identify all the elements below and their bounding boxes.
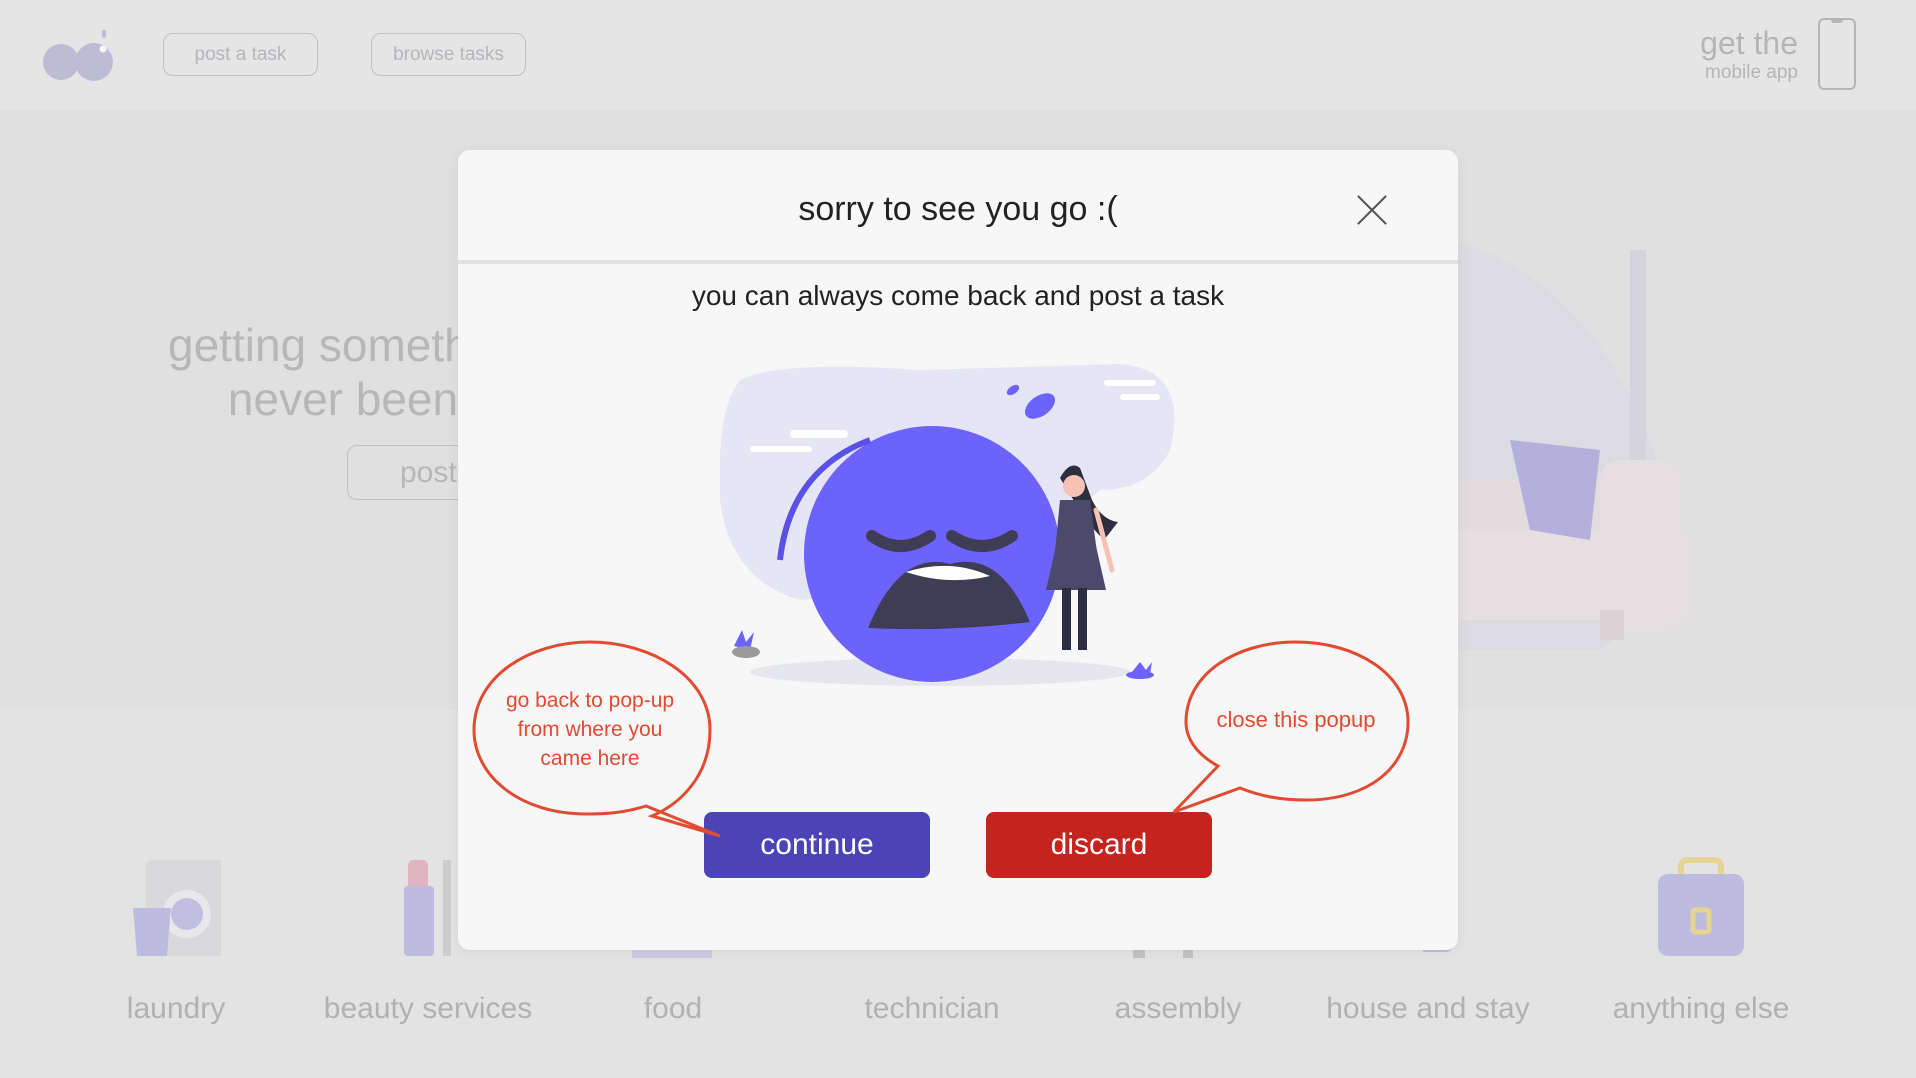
annotation-left-line3: came here — [540, 747, 640, 770]
close-icon[interactable] — [1356, 194, 1388, 226]
modal-title: sorry to see you go :( — [798, 190, 1118, 228]
sad-face-illustration — [720, 364, 1175, 686]
annotation-left-line1: go back to pop-up — [505, 689, 675, 712]
annotation-left-line2: from where you — [517, 718, 663, 741]
discard-button[interactable]: discard — [986, 812, 1212, 878]
annotation-left-text: go back to pop-up from where you came he… — [480, 686, 700, 773]
modal-subtitle: you can always come back and post a task — [691, 280, 1225, 311]
annotation-right-text: close this popup — [1216, 707, 1376, 732]
modal-divider — [458, 260, 1458, 264]
